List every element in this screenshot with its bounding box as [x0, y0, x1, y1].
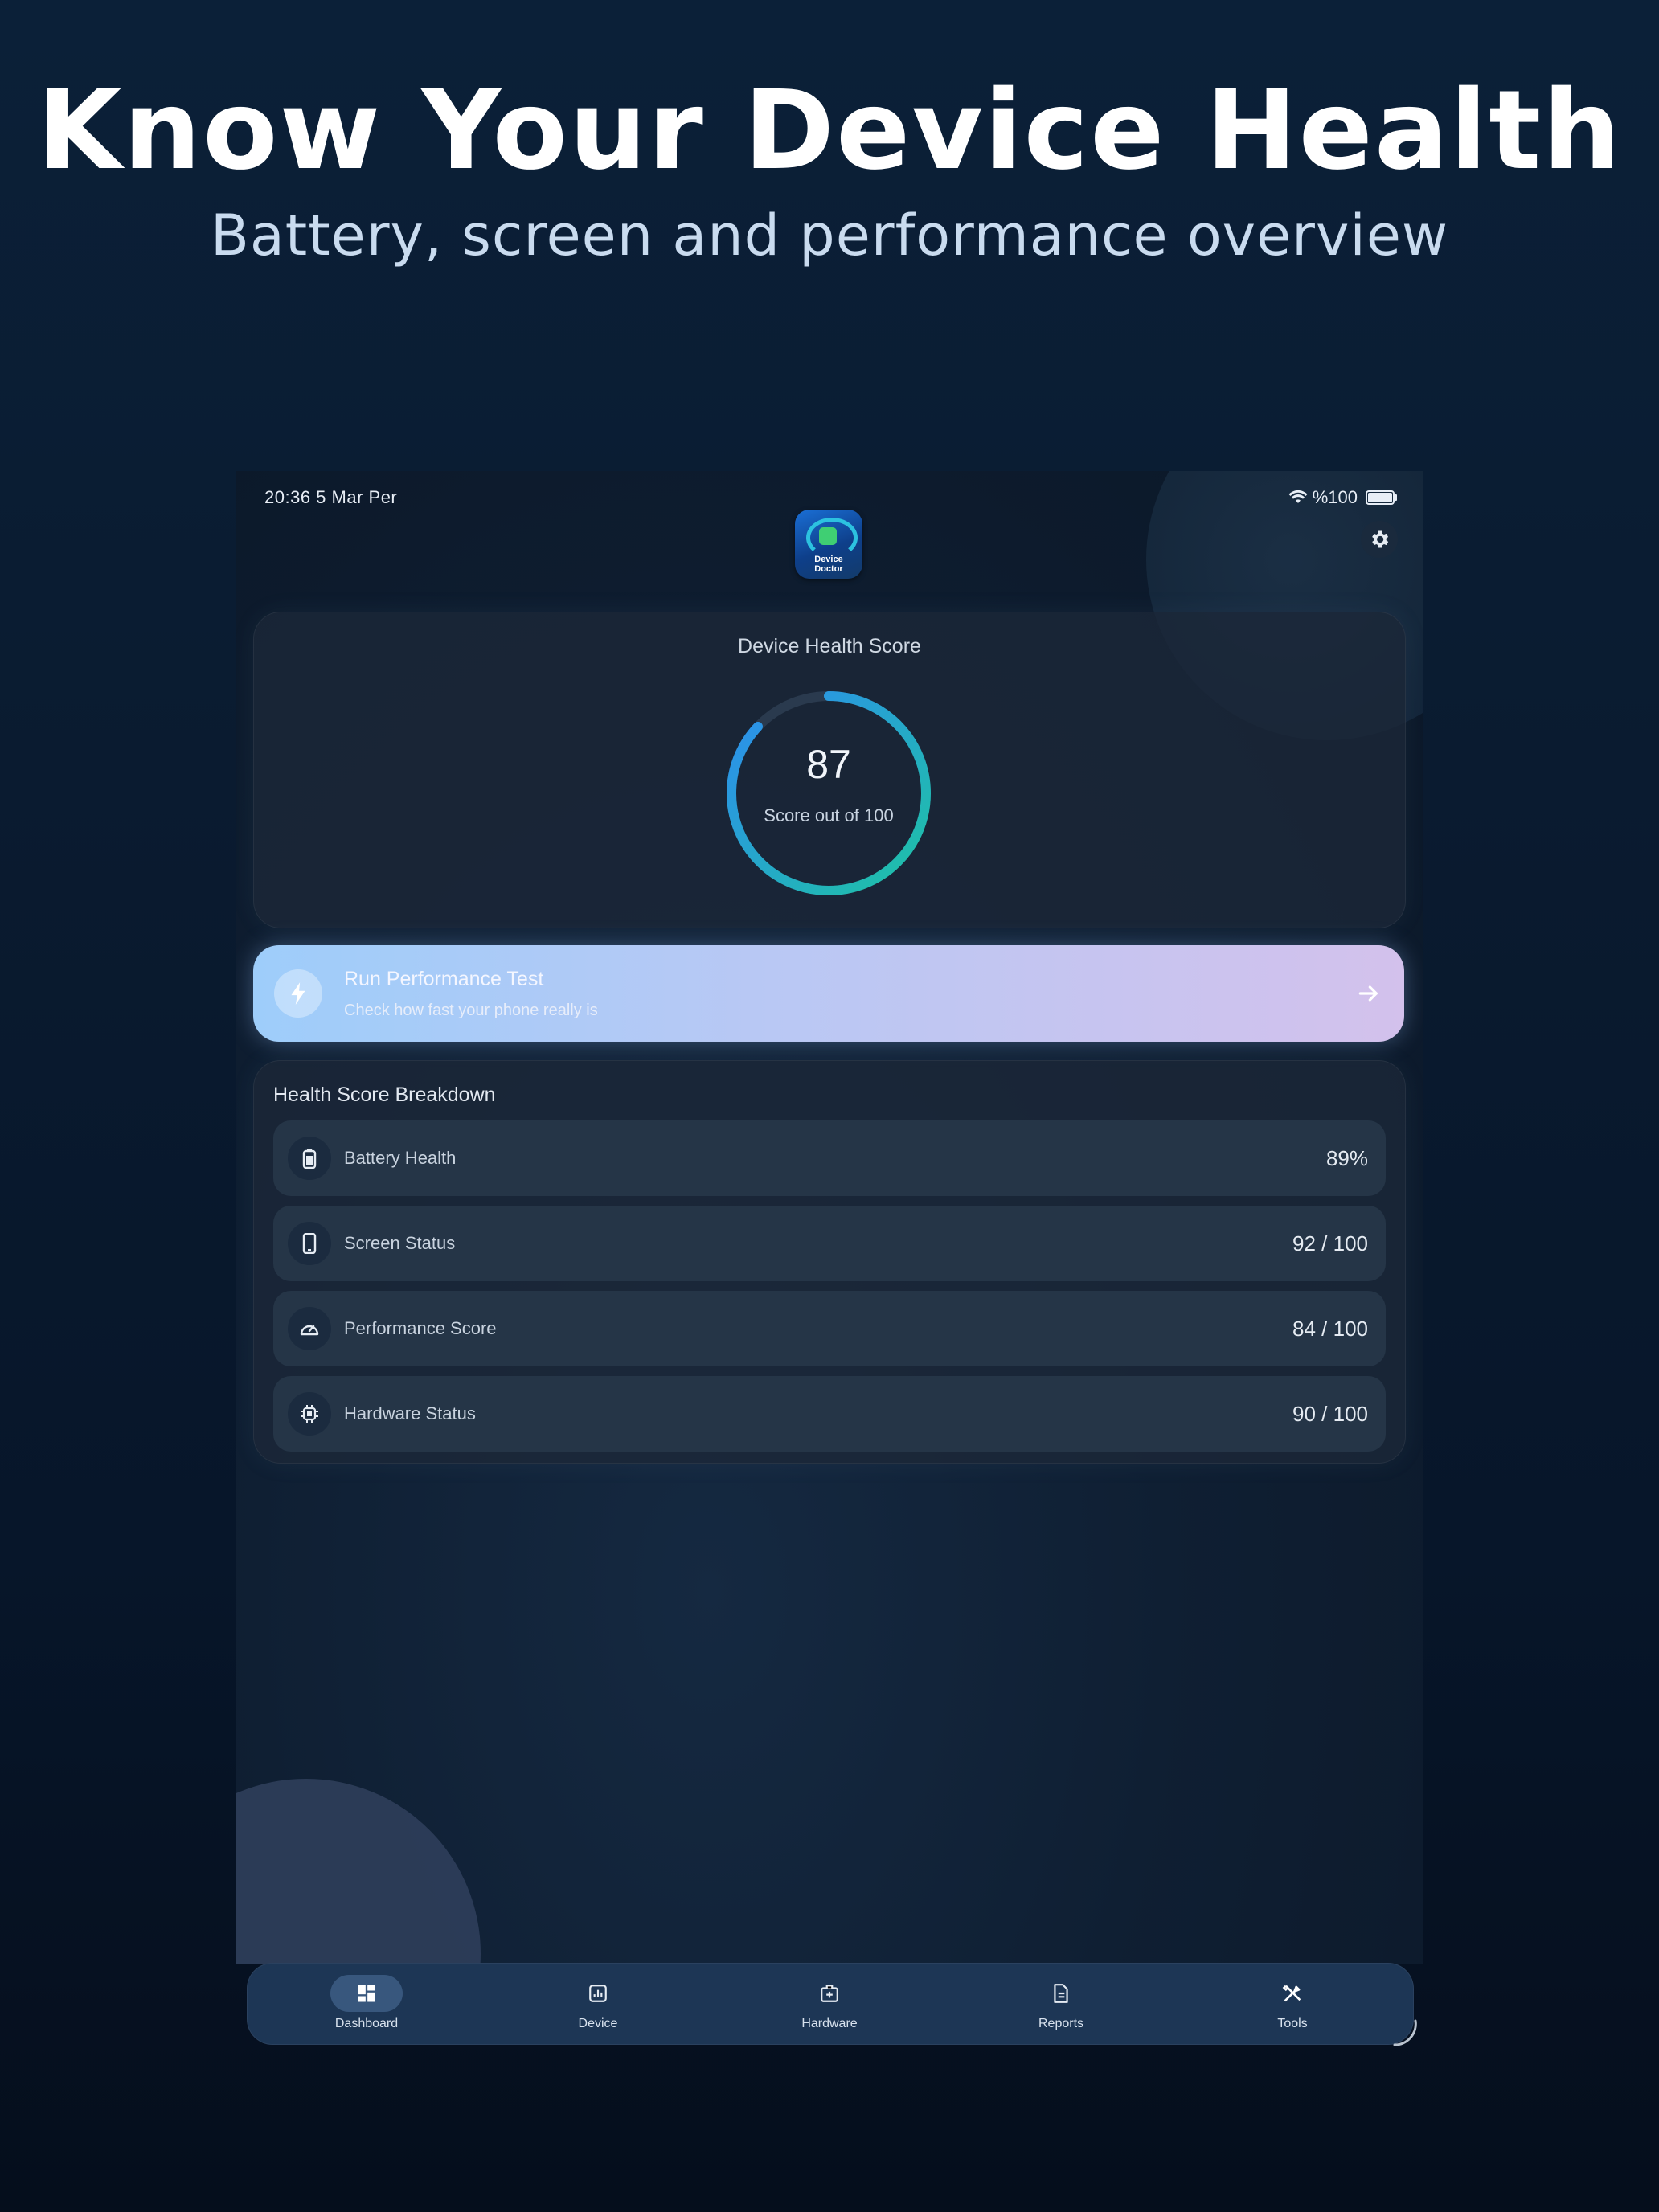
tab-reports[interactable]: Reports — [981, 1964, 1141, 2044]
tab-label: Dashboard — [334, 2017, 399, 2030]
tab-label: Tools — [1277, 2017, 1308, 2030]
settings-button[interactable] — [1361, 521, 1398, 558]
health-score-title: Device Health Score — [738, 635, 921, 657]
metric-label: Screen Status — [344, 1233, 456, 1253]
medical-plus-icon — [819, 527, 837, 545]
tab-dashboard[interactable]: Dashboard — [286, 1964, 447, 2044]
wifi-icon — [1288, 490, 1308, 503]
speedometer-icon — [288, 1307, 331, 1350]
health-breakdown-card: Health Score Breakdown Battery Health 89… — [253, 1060, 1406, 1464]
battery-icon — [288, 1137, 331, 1180]
gauge-progress-arc — [727, 691, 931, 895]
tab-icon-holder — [562, 1975, 634, 2012]
metric-label: Hardware Status — [344, 1403, 476, 1423]
reports-icon — [1054, 1984, 1068, 2003]
metric-row-hardware[interactable]: Hardware Status 90 / 100 — [273, 1376, 1386, 1452]
run-performance-test-button[interactable]: Run Performance Test Check how fast your… — [253, 945, 1404, 1042]
metric-value: 89% — [1325, 1146, 1368, 1170]
metric-value: 92 / 100 — [1292, 1231, 1368, 1256]
scroll-corner-indicator — [1393, 2019, 1417, 2046]
metric-row-performance[interactable]: Performance Score 84 / 100 — [273, 1291, 1386, 1366]
metric-row-battery[interactable]: Battery Health 89% — [273, 1120, 1386, 1196]
battery-icon — [1366, 490, 1397, 505]
chip-icon — [288, 1392, 331, 1436]
tab-label: Reports — [1038, 2017, 1084, 2030]
metric-row-screen[interactable]: Screen Status 92 / 100 — [273, 1206, 1386, 1281]
hardware-icon — [821, 1985, 838, 2002]
tab-label: Hardware — [801, 2017, 858, 2030]
promo-subheadline: Battery, screen and performance overview — [210, 203, 1449, 268]
device-icon — [589, 1985, 607, 2002]
tab-tools[interactable]: Tools — [1212, 1964, 1373, 2044]
performance-test-title: Run Performance Test — [344, 968, 544, 990]
tab-hardware[interactable]: Hardware — [749, 1964, 910, 2044]
logo-text-1: Device — [814, 555, 843, 564]
decorative-circle-bottom — [236, 1779, 481, 1964]
tab-icon-holder — [1256, 1975, 1329, 2012]
breakdown-title: Health Score Breakdown — [273, 1083, 496, 1106]
dashboard-icon — [358, 1985, 375, 2002]
tools-icon — [1282, 1985, 1301, 2002]
performance-test-subtitle: Check how fast your phone really is — [344, 1002, 598, 1019]
tab-icon-holder — [330, 1975, 403, 2012]
gear-icon — [1372, 530, 1389, 548]
promo-headline: Know Your Device Health — [36, 68, 1623, 195]
status-right-group: %100 — [1288, 487, 1397, 508]
logo-text-2: Doctor — [814, 564, 843, 574]
health-score-gauge — [727, 691, 931, 895]
phone-icon — [288, 1222, 331, 1265]
metric-value: 84 / 100 — [1292, 1317, 1368, 1341]
app-logo: Device Doctor — [795, 510, 862, 579]
health-score-caption: Score out of 100 — [764, 805, 894, 825]
tab-label: Device — [578, 2017, 618, 2030]
status-bar: 20:36 5 Mar Per %100 — [264, 481, 1397, 513]
device-screen: 20:36 5 Mar Per %100 Device Doctor Devic… — [236, 471, 1423, 1964]
tab-icon-holder — [793, 1975, 866, 2012]
metric-value: 90 / 100 — [1292, 1402, 1368, 1426]
tab-icon-holder — [1025, 1975, 1097, 2012]
bottom-tab-bar: Dashboard Device Hardware Reports Tools — [247, 1963, 1414, 2045]
health-score-card: Device Health Score 87 Score out of 100 — [253, 612, 1406, 928]
lightning-icon — [274, 969, 322, 1018]
arrow-right-icon — [1358, 985, 1378, 1002]
tab-device[interactable]: Device — [518, 1964, 678, 2044]
status-time-date: 20:36 5 Mar Per — [264, 487, 398, 507]
metric-label: Performance Score — [344, 1318, 497, 1338]
battery-percent: %100 — [1312, 487, 1358, 507]
health-score-value: 87 — [806, 742, 851, 787]
metric-label: Battery Health — [344, 1148, 457, 1168]
